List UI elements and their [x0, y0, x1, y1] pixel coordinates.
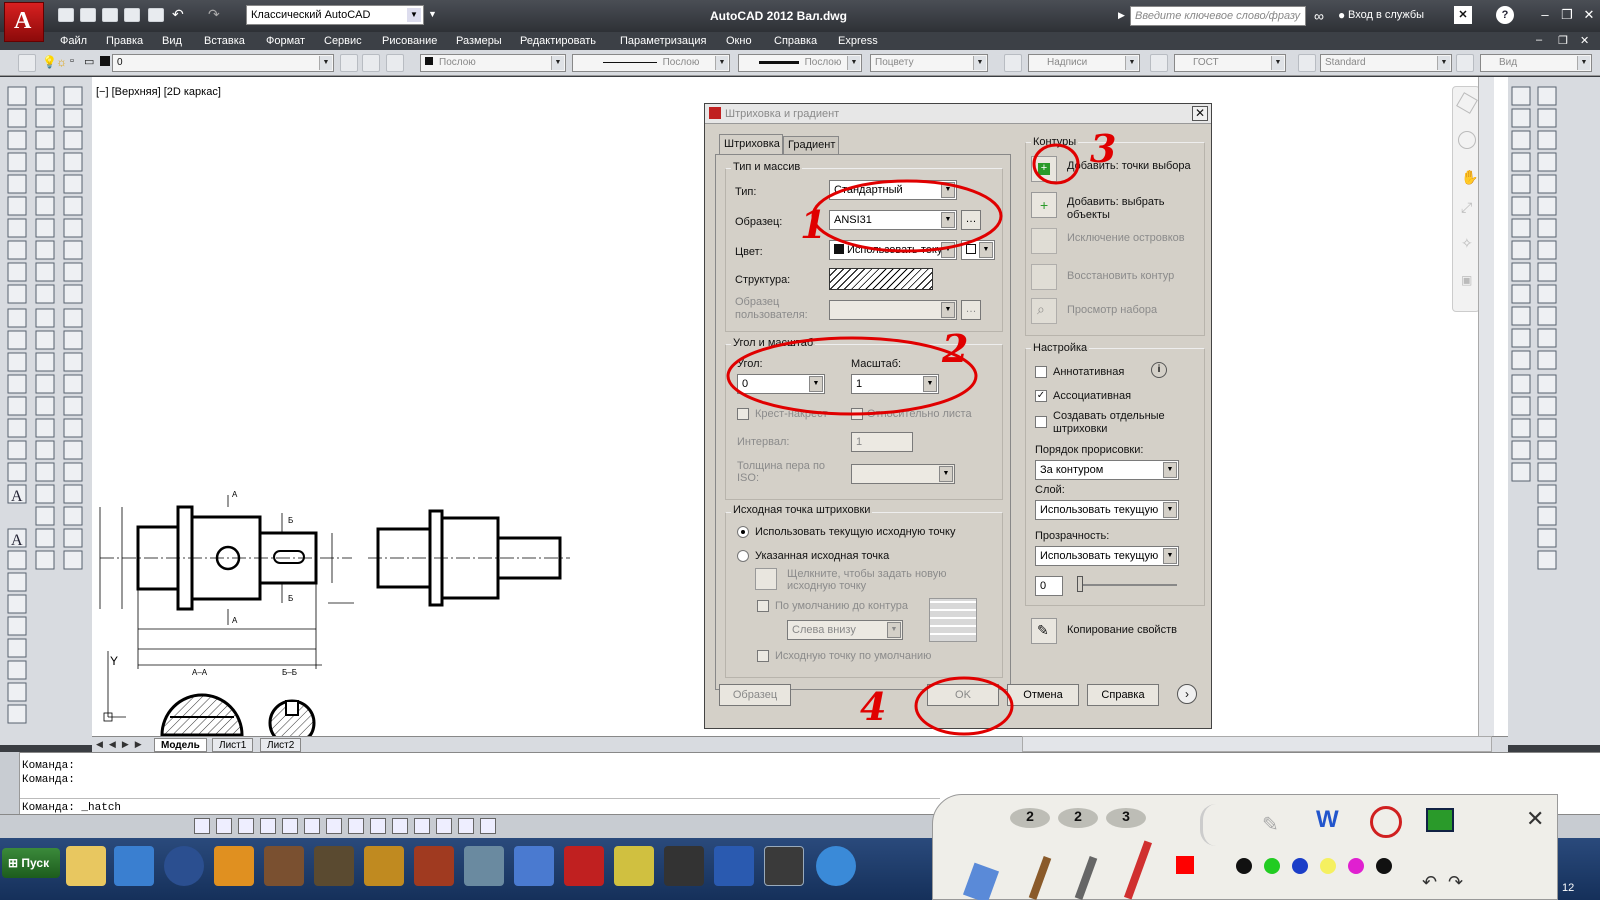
annotation-number-2: 2	[941, 326, 968, 371]
autocad-logo-icon: A	[14, 8, 32, 34]
annotation-number-4: 4	[860, 684, 886, 729]
annotation-circle-2	[726, 336, 978, 416]
annotation-number-1: 1	[800, 202, 826, 247]
annotation-overlay: 1 2 3 4	[726, 126, 1116, 736]
annotation-number-3: 3	[1090, 126, 1116, 171]
annotation-circle-1	[811, 179, 1003, 253]
annotation-circle-3	[1032, 143, 1080, 185]
annotation-circle-4	[914, 676, 1014, 736]
application-menu-button[interactable]: A	[4, 2, 44, 42]
